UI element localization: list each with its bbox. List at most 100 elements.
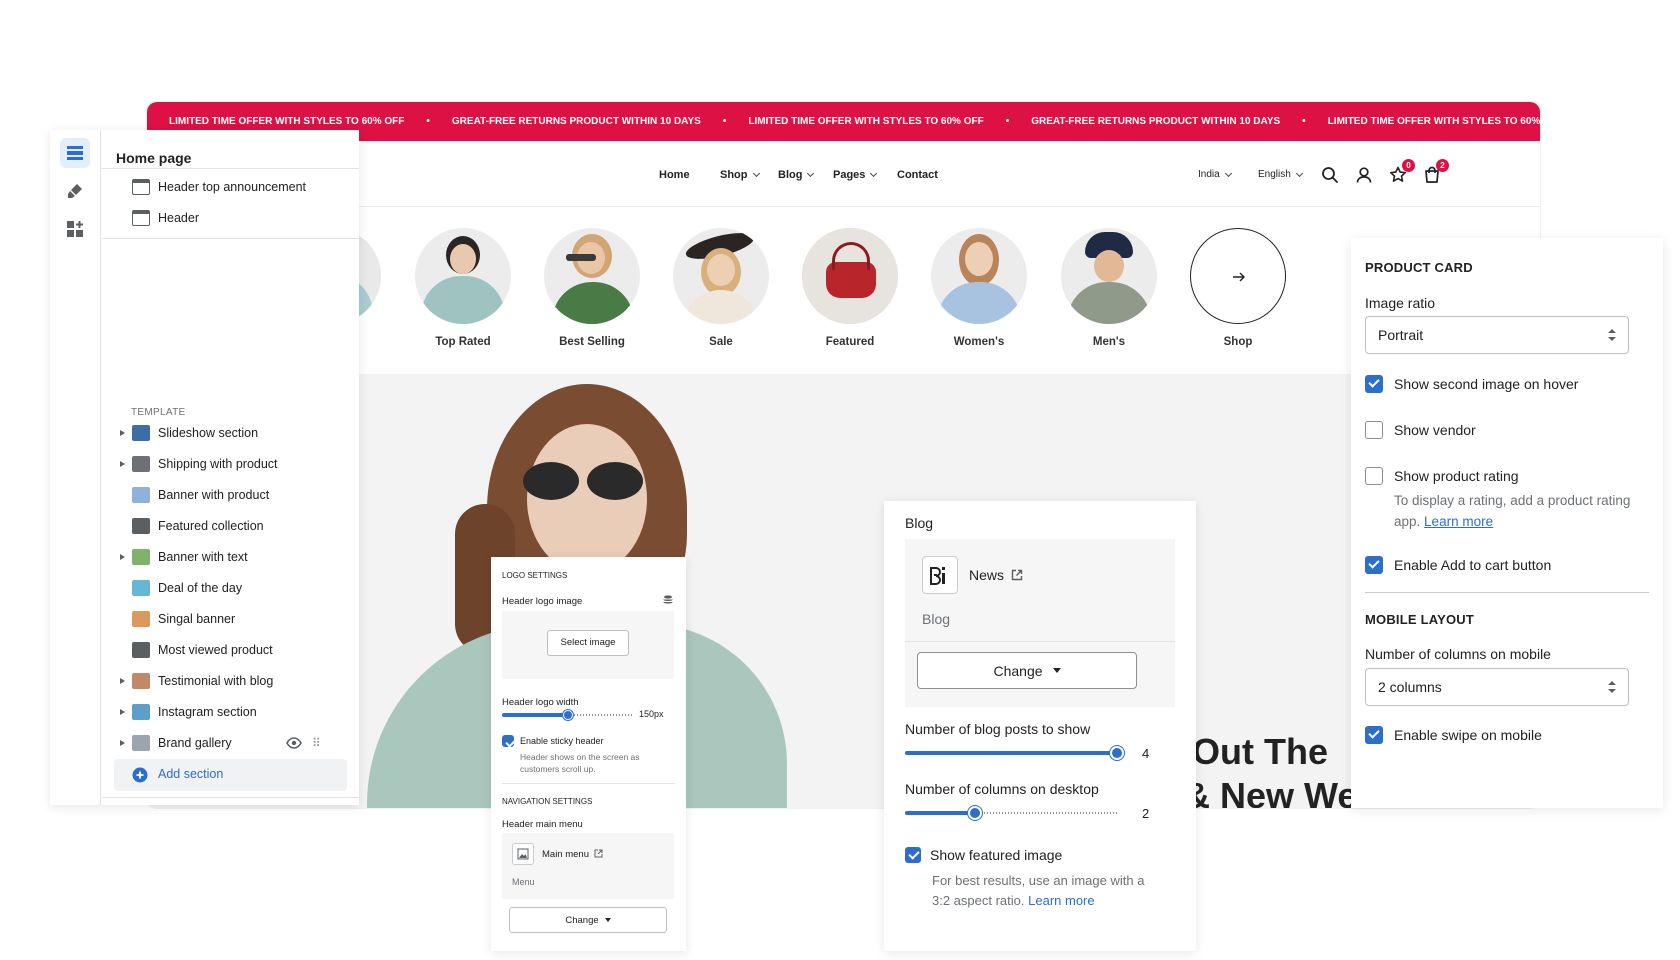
- product-card-heading: PRODUCT CARD: [1365, 260, 1473, 275]
- category-sale[interactable]: Sale: [673, 228, 769, 348]
- mobile-columns-select[interactable]: 2 columns: [1365, 668, 1629, 706]
- show-vendor-checkbox[interactable]: [1365, 421, 1383, 439]
- image-ratio-select[interactable]: Portrait: [1365, 316, 1629, 354]
- section-label: Most viewed product: [158, 643, 273, 657]
- footer-section-row[interactable]: Footer: [102, 801, 359, 805]
- nav-home[interactable]: Home: [659, 169, 690, 181]
- category-label: Best Selling: [559, 336, 625, 348]
- template-section-row[interactable]: Testimonial with blog: [102, 666, 359, 696]
- slider-fill: [905, 751, 1117, 755]
- slider-thumb[interactable]: [563, 710, 573, 720]
- learn-more-link[interactable]: Learn more: [1028, 893, 1094, 908]
- section-label: Deal of the day: [158, 581, 243, 595]
- desktop-columns-slider[interactable]: [905, 806, 1117, 820]
- section-label: Header top announcement: [158, 180, 307, 194]
- template-section-row[interactable]: Brand gallery ⠿: [102, 728, 359, 758]
- expand-arrow-icon[interactable]: [120, 461, 125, 467]
- eye-icon[interactable]: [286, 737, 302, 749]
- change-blog-button[interactable]: Change: [917, 652, 1137, 689]
- section-header-announcement[interactable]: Header top announcement: [102, 172, 359, 202]
- section-label: Singal banner: [158, 612, 236, 626]
- template-section-row[interactable]: Banner with text: [102, 542, 359, 572]
- apps-tab[interactable]: [60, 214, 90, 244]
- template-section-row[interactable]: Shipping with product: [102, 449, 359, 479]
- swipe-mobile-option[interactable]: Enable swipe on mobile: [1365, 726, 1542, 744]
- theme-settings-tab[interactable]: [60, 176, 90, 206]
- sticky-header-checkbox[interactable]: [502, 735, 514, 747]
- divider: [1365, 592, 1649, 593]
- product-card-panel: PRODUCT CARD Image ratio Portrait Show s…: [1351, 238, 1663, 808]
- expand-arrow-icon[interactable]: [120, 709, 125, 715]
- add-section-label: Add section: [158, 767, 224, 781]
- external-link-icon[interactable]: [594, 849, 603, 858]
- account-icon[interactable]: [1354, 165, 1374, 185]
- menu-type: Menu: [512, 877, 535, 887]
- template-section-row[interactable]: Banner with product: [102, 480, 359, 510]
- second-image-option[interactable]: Show second image on hover: [1365, 375, 1578, 393]
- section-thumbnail-icon: [132, 487, 150, 503]
- swipe-mobile-label: Enable swipe on mobile: [1394, 727, 1542, 743]
- divider: [102, 238, 359, 239]
- expand-arrow-icon[interactable]: [120, 740, 125, 746]
- section-thumbnail-icon: [132, 518, 150, 534]
- country-selector[interactable]: India: [1198, 169, 1232, 180]
- language-label: English: [1258, 169, 1291, 180]
- select-arrows-icon: [1608, 681, 1616, 693]
- section-header[interactable]: Header: [102, 203, 359, 233]
- show-featured-option[interactable]: Show featured image: [905, 847, 1062, 863]
- expand-arrow-icon[interactable]: [120, 678, 125, 684]
- section-thumbnail-icon: [132, 580, 150, 596]
- category-shop[interactable]: Shop: [1190, 228, 1286, 348]
- add-section-button[interactable]: Add section: [114, 759, 347, 791]
- learn-more-link[interactable]: Learn more: [1424, 514, 1493, 529]
- category-best-selling[interactable]: Best Selling: [544, 228, 640, 348]
- template-section-row[interactable]: Instagram section: [102, 697, 359, 727]
- category-womens[interactable]: Women's: [931, 228, 1027, 348]
- sticky-header-option[interactable]: Enable sticky header: [502, 735, 604, 747]
- sections-sidebar: Home page Header top announcement Header…: [50, 130, 359, 805]
- expand-arrow-icon[interactable]: [120, 430, 125, 436]
- select-image-button[interactable]: Select image: [547, 630, 629, 656]
- category-featured[interactable]: Featured: [802, 228, 898, 348]
- template-section-row[interactable]: Deal of the day: [102, 573, 359, 603]
- section-thumbnail-icon: [132, 673, 150, 689]
- posts-count-slider[interactable]: [905, 746, 1124, 760]
- show-vendor-option[interactable]: Show vendor: [1365, 421, 1476, 439]
- wishlist-icon[interactable]: 0: [1388, 159, 1415, 185]
- category-top-rated[interactable]: Top Rated: [415, 228, 511, 348]
- second-image-checkbox[interactable]: [1365, 375, 1383, 393]
- search-icon[interactable]: [1320, 165, 1340, 185]
- show-rating-option[interactable]: Show product rating: [1365, 467, 1519, 485]
- logo-width-slider[interactable]: [502, 710, 633, 720]
- drag-handle-icon[interactable]: ⠿: [312, 736, 321, 750]
- nav-blog[interactable]: Blog: [778, 169, 815, 181]
- template-section-row[interactable]: Slideshow section: [102, 418, 359, 448]
- category-label: Top Rated: [435, 336, 491, 348]
- section-label: Slideshow section: [158, 426, 259, 440]
- section-thumbnail-icon: [132, 642, 150, 658]
- swipe-mobile-checkbox[interactable]: [1365, 726, 1383, 744]
- expand-arrow-icon[interactable]: [120, 554, 125, 560]
- template-section-row[interactable]: Most viewed product: [102, 635, 359, 665]
- template-section-row[interactable]: Singal banner: [102, 604, 359, 634]
- rating-help: To display a rating, add a product ratin…: [1394, 490, 1634, 532]
- add-to-cart-option[interactable]: Enable Add to cart button: [1365, 556, 1551, 574]
- external-link-icon[interactable]: [1011, 569, 1023, 581]
- nav-contact[interactable]: Contact: [897, 169, 938, 181]
- apps-icon: [67, 221, 83, 237]
- announcement-message: LIMITED TIME OFFER WITH STYLES TO 60% OF…: [169, 116, 405, 127]
- slider-thumb[interactable]: [968, 806, 982, 820]
- add-to-cart-checkbox[interactable]: [1365, 556, 1383, 574]
- nav-pages[interactable]: Pages: [833, 169, 878, 181]
- language-selector[interactable]: English: [1258, 169, 1303, 180]
- slider-track: [568, 714, 633, 716]
- sections-tab[interactable]: [60, 138, 90, 168]
- nav-shop[interactable]: Shop: [720, 169, 760, 181]
- change-menu-button[interactable]: Change: [509, 907, 667, 933]
- slider-thumb[interactable]: [1110, 746, 1124, 760]
- show-featured-checkbox[interactable]: [905, 847, 921, 863]
- category-mens[interactable]: Men's: [1061, 228, 1157, 348]
- cart-icon[interactable]: 2: [1422, 159, 1449, 185]
- template-section-row[interactable]: Featured collection: [102, 511, 359, 541]
- show-rating-checkbox[interactable]: [1365, 467, 1383, 485]
